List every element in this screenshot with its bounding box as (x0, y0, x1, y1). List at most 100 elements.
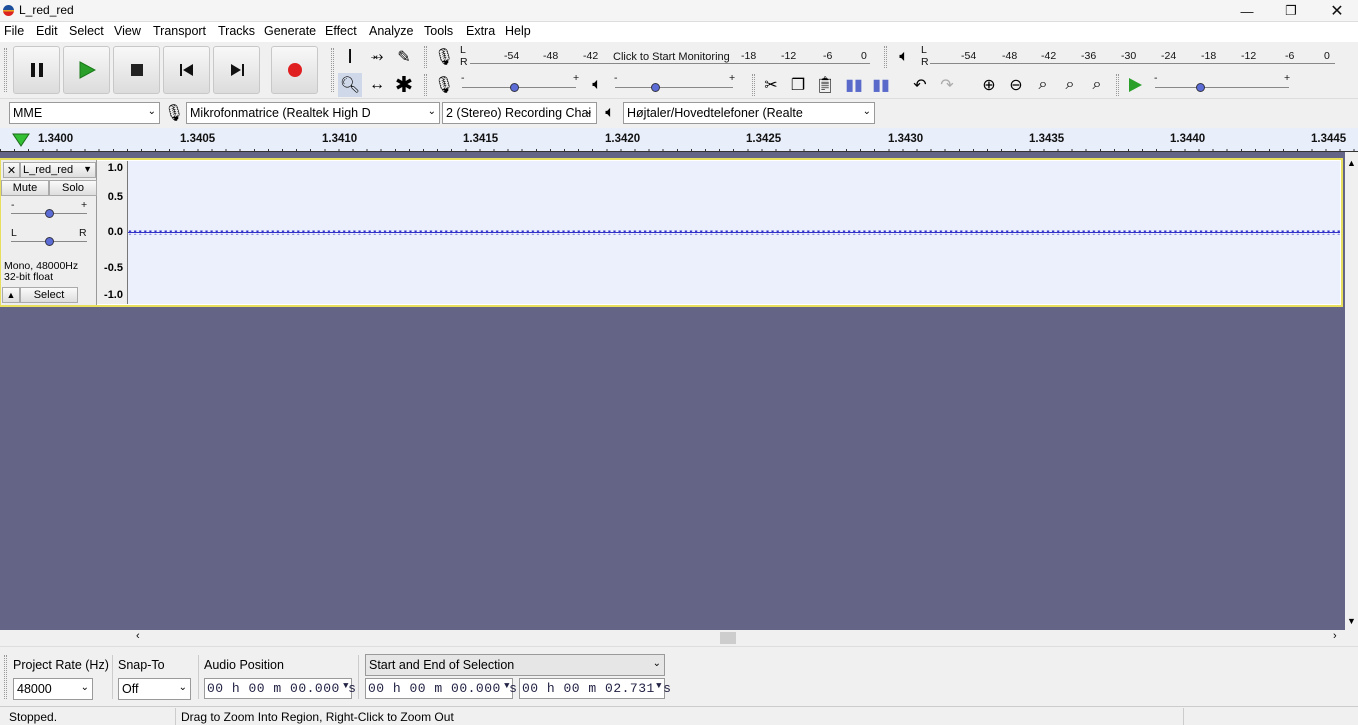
record-meter[interactable]: -54 -48 -42 Click to Start Monitoring -1… (470, 46, 870, 68)
play-speed-grip[interactable] (1116, 74, 1119, 96)
selection-start-field[interactable]: 00 h 00 m 00.000 s ▼ (365, 678, 517, 699)
silence-button[interactable]: ▮▮ (869, 73, 893, 97)
redo-button[interactable]: ↷ (935, 73, 959, 97)
menu-analyze[interactable]: Analyze (369, 24, 413, 38)
multi-tool[interactable]: ✱ (392, 72, 416, 97)
skip-to-end-button[interactable] (213, 46, 260, 94)
envelope-tool[interactable]: ⥇ (365, 45, 389, 69)
collapse-track-button[interactable]: ▲ (2, 287, 20, 303)
selection-tool[interactable]: I (338, 45, 362, 69)
slider-thumb[interactable] (1196, 83, 1205, 92)
playback-meter[interactable]: -54 -48 -42 -36 -30 -24 -18 -12 -6 0 (930, 46, 1335, 68)
pause-button[interactable] (13, 46, 60, 94)
slider-plus: + (573, 72, 580, 84)
zoom-toggle-button[interactable]: ⌕ (1085, 73, 1109, 97)
dropdown-arrow-icon[interactable]: ▼ (504, 681, 510, 691)
menu-tools[interactable]: Tools (424, 24, 453, 38)
zoom-out-button[interactable]: ⊖ (1004, 73, 1028, 97)
menu-transport[interactable]: Transport (153, 24, 206, 38)
undo-button[interactable]: ↶ (908, 73, 932, 97)
scroll-up-icon[interactable]: ▲ (1347, 158, 1356, 168)
play-meter-grip[interactable] (884, 46, 887, 68)
stop-button[interactable] (113, 46, 160, 94)
play-speed-slider[interactable]: - + (1153, 72, 1293, 94)
pan-slider[interactable]: L R (9, 227, 89, 248)
menu-file[interactable]: File (4, 24, 24, 38)
play-at-speed-button[interactable] (1123, 73, 1147, 97)
minimize-button[interactable]: — (1224, 0, 1270, 22)
record-button[interactable] (271, 46, 318, 94)
draw-tool[interactable]: ✎ (392, 45, 416, 69)
menu-effect[interactable]: Effect (325, 24, 357, 38)
amplitude-scale[interactable]: 1.0 0.5 0.0 -0.5 -1.0 (97, 161, 128, 304)
audio-position-field[interactable]: 00 h 00 m 00.000 s ▼ (204, 678, 356, 699)
fit-project-button[interactable]: ⌕ (1058, 73, 1082, 97)
audio-position-value: 00 h 00 m 00.000 s (207, 681, 357, 696)
mixer-grip[interactable] (424, 74, 427, 96)
close-window-button[interactable]: ✕ (1314, 0, 1358, 22)
menu-select[interactable]: Select (69, 24, 104, 38)
waveform-display[interactable] (128, 161, 1340, 304)
scroll-thumb[interactable] (720, 632, 736, 644)
slider-thumb[interactable] (45, 237, 54, 246)
cut-button[interactable]: ✂ (759, 73, 783, 97)
menu-help[interactable]: Help (505, 24, 531, 38)
record-meter-button[interactable]: 🎙︎ (432, 45, 456, 69)
slider-thumb[interactable] (651, 83, 660, 92)
zoom-in-button[interactable]: ⊕ (977, 73, 1001, 97)
menu-generate[interactable]: Generate (264, 24, 316, 38)
scroll-right-icon[interactable]: › (1333, 630, 1337, 642)
track-menu-button[interactable]: L_red_red ▼ (20, 162, 96, 178)
snap-to-select[interactable]: Off ⌄ (118, 678, 191, 700)
zoom-tool[interactable]: 🔍︎ (338, 73, 362, 97)
record-meter-grip[interactable] (424, 46, 427, 68)
chevron-down-icon: ⌄ (584, 106, 593, 117)
menu-tracks[interactable]: Tracks (218, 24, 255, 38)
paste-button[interactable]: 📋︎ (813, 73, 837, 97)
skip-to-start-button[interactable] (163, 46, 210, 94)
scroll-down-icon[interactable]: ▼ (1347, 616, 1356, 626)
menu-extra[interactable]: Extra (466, 24, 495, 38)
play-meter-button[interactable]: 🔈︎ (892, 45, 916, 69)
trim-button[interactable]: ▮▮ (842, 73, 866, 97)
menu-edit[interactable]: Edit (36, 24, 58, 38)
time-shift-tool[interactable]: ↔ (365, 73, 389, 97)
track-close-button[interactable]: ✕ (3, 162, 20, 178)
play-button[interactable] (63, 46, 110, 94)
edit-grip[interactable] (752, 74, 755, 96)
slider-thumb[interactable] (45, 209, 54, 218)
timeline-ruler[interactable]: 1.3400 1.3405 1.3410 1.3415 1.3420 1.342… (0, 128, 1358, 152)
record-volume-slider[interactable]: - + (460, 72, 580, 94)
copy-button[interactable]: ❐ (786, 73, 810, 97)
start-monitoring-label[interactable]: Click to Start Monitoring (613, 51, 730, 63)
gain-slider[interactable]: - + (9, 199, 89, 220)
solo-button[interactable]: Solo (49, 180, 97, 196)
selection-start-value: 00 h 00 m 00.000 s (368, 681, 518, 696)
recording-device-icon-wrap: 🎙︎ (162, 101, 186, 125)
recording-channels-select[interactable]: 2 (Stereo) Recording Chai ⌄ (442, 102, 597, 124)
fit-selection-button[interactable]: ⌕ (1031, 73, 1055, 97)
play-head-marker[interactable] (12, 133, 30, 150)
meter-tick: -54 (961, 50, 977, 62)
vertical-scrollbar[interactable]: ▲ ▼ (1345, 158, 1358, 630)
recording-device-select[interactable]: Mikrofonmatrice (Realtek High D ⌄ (186, 102, 440, 124)
scroll-left-icon[interactable]: ‹ (136, 630, 140, 642)
playback-volume-slider[interactable]: - + (613, 72, 737, 94)
select-track-button[interactable]: Select (20, 287, 78, 303)
dropdown-arrow-icon[interactable]: ▼ (656, 681, 662, 691)
dropdown-arrow-icon[interactable]: ▼ (343, 681, 349, 691)
pause-icon (30, 63, 43, 77)
mute-button[interactable]: Mute (1, 180, 49, 196)
selection-grip[interactable] (4, 655, 7, 699)
selection-end-field[interactable]: 00 h 00 m 02.731 s ▼ (519, 678, 671, 699)
restore-button[interactable]: ❐ (1268, 0, 1314, 22)
toolbar-grip[interactable] (4, 48, 7, 92)
audio-host-select[interactable]: MME ⌄ (9, 102, 160, 124)
horizontal-scrollbar[interactable]: ‹ › (128, 630, 1346, 645)
slider-thumb[interactable] (510, 83, 519, 92)
playback-device-select[interactable]: Højtaler/Hovedtelefoner (Realte ⌄ (623, 102, 875, 124)
project-rate-select[interactable]: 48000 ⌄ (13, 678, 93, 700)
selection-mode-select[interactable]: Start and End of Selection ⌄ (365, 654, 665, 676)
menu-view[interactable]: View (114, 24, 141, 38)
tools-grip[interactable] (331, 48, 334, 92)
